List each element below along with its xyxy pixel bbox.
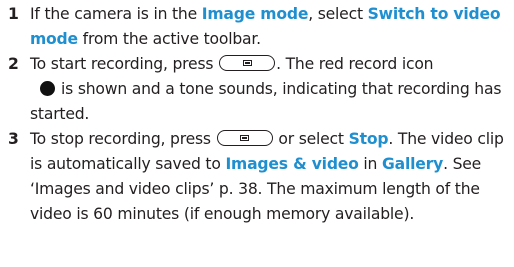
- step-text: To stop recording, press: [30, 130, 216, 148]
- step-text: or select: [273, 130, 349, 148]
- step-text: To start recording, press: [30, 55, 219, 73]
- step-number: 3: [8, 130, 19, 148]
- images-and-video-label: Images & video: [225, 155, 359, 173]
- step-number: 2: [8, 55, 19, 73]
- stop-label: Stop: [348, 130, 389, 148]
- camera-capture-key-icon: [219, 55, 276, 71]
- step-text: . The red record icon: [276, 55, 434, 73]
- step-text: from the active toolbar.: [77, 30, 261, 48]
- step-text: , select: [308, 5, 368, 23]
- gallery-label: Gallery: [382, 155, 444, 173]
- step-1: 1 If the camera is in the Image mode, se…: [7, 2, 511, 52]
- step-text: is shown and a tone sounds, indicating t…: [30, 80, 502, 123]
- instruction-steps: 1 If the camera is in the Image mode, se…: [7, 2, 511, 227]
- image-mode-label: Image mode: [201, 5, 309, 23]
- camera-capture-key-icon: [216, 130, 273, 146]
- step-text: in: [358, 155, 383, 173]
- record-icon: [40, 81, 55, 96]
- step-text: If the camera is in the: [30, 5, 202, 23]
- step-2: 2 To start recording, press . The red re…: [7, 52, 511, 127]
- step-number: 1: [8, 5, 19, 23]
- step-3: 3 To stop recording, press or select Sto…: [7, 127, 511, 227]
